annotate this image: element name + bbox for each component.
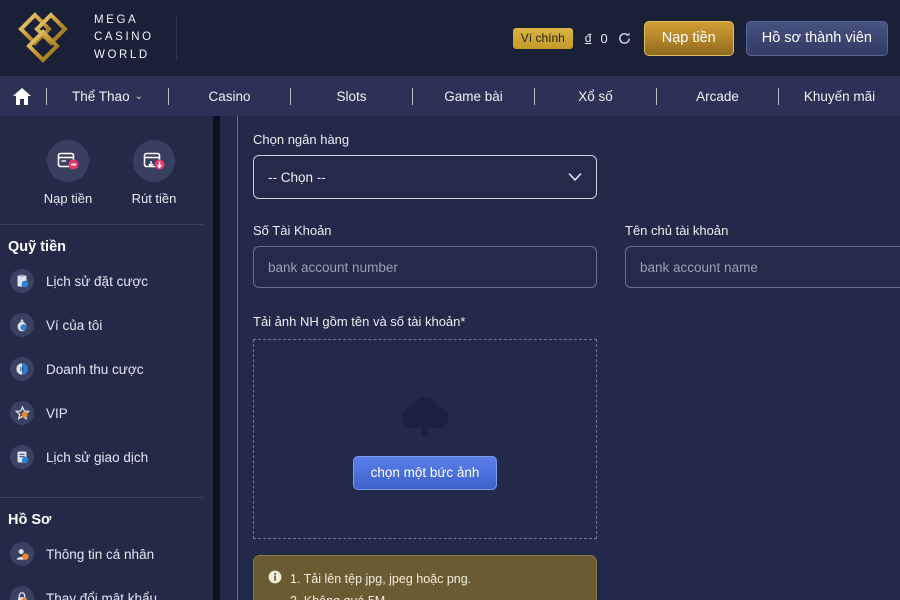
member-profile-button[interactable]: Hồ sơ thành viên [745, 20, 888, 56]
sidebar-item-turnover[interactable]: Doanh thu cược [0, 347, 213, 391]
sidebar-item-label: Doanh thu cược [46, 361, 144, 377]
cloud-upload-icon [401, 397, 449, 436]
sidebar-quick-withdraw-label: Rút tiền [131, 191, 177, 206]
chevron-down-icon: ⌄ [134, 90, 143, 102]
nav-item-the-thao[interactable]: Thể Thao ⌄ [47, 89, 168, 104]
home-icon [13, 87, 31, 105]
sidebar-item-personal-info[interactable]: Thông tin cá nhân [0, 532, 213, 576]
nav-item-khuyen-mai[interactable]: Khuyến mãi [779, 89, 900, 104]
nav-item-xo-so[interactable]: Xổ số [535, 89, 656, 104]
wallet-badge[interactable]: Ví chính [512, 27, 573, 49]
info-line-1-row: 1. Tải lên tệp jpg, jpeg hoặc png. [268, 569, 582, 591]
deposit-button[interactable]: Nạp tiền [643, 20, 734, 56]
nav-item-arcade[interactable]: Arcade [657, 89, 778, 104]
nav-separator [290, 87, 291, 105]
bank-select-label: Chọn ngân hàng [253, 132, 350, 147]
sidebar-item-label: Ví của tôi [46, 317, 103, 333]
logo-line-2: CASINO [94, 31, 154, 44]
sidebar-item-label: Thông tin cá nhân [46, 546, 155, 562]
account-name-input[interactable] [625, 246, 900, 288]
sidebar-item-label: Lịch sử giao dịch [46, 449, 149, 465]
main-content: Chọn ngân hàng -- Chọn -- Số Tài Khoản T… [220, 116, 900, 600]
mega-casino-world-logo-icon [18, 12, 68, 63]
sidebar-item-change-password[interactable]: Thay đổi mật khẩu [0, 576, 213, 600]
account-number-input[interactable] [253, 246, 597, 288]
choose-image-button[interactable]: chọn một bức ảnh [352, 456, 498, 490]
vertical-scroll-gutter[interactable] [213, 116, 220, 600]
logo-line-3: WORLD [94, 48, 150, 61]
main-nav: Thể Thao ⌄ Casino Slots Game bài Xổ số A… [0, 76, 900, 116]
withdraw-card-icon [133, 140, 175, 182]
user-profile-icon [10, 542, 34, 566]
deposit-card-icon [47, 140, 89, 182]
refresh-icon[interactable] [617, 31, 632, 46]
balance-amount: 0 [600, 30, 608, 46]
nav-separator [412, 87, 413, 105]
info-circle-icon [268, 570, 282, 584]
sidebar-item-my-wallet[interactable]: Ví của tôi [0, 303, 213, 347]
star-vip-icon [10, 401, 34, 425]
nav-item-slots[interactable]: Slots [291, 89, 412, 104]
balance-display: đ 0 [585, 31, 632, 46]
nav-item-casino[interactable]: Casino [169, 89, 290, 104]
image-upload-dropzone[interactable]: chọn một bức ảnh [253, 339, 597, 539]
nav-separator [656, 87, 657, 105]
nav-label: Thể Thao [72, 88, 130, 104]
lock-password-icon [10, 586, 34, 600]
account-name-group: Tên chủ tài khoản [625, 223, 900, 288]
account-fields-row: Số Tài Khoản Tên chủ tài khoản [253, 223, 900, 288]
sidebar-item-vip[interactable]: VIP [0, 391, 213, 435]
nav-separator [778, 87, 779, 105]
sidebar-section-funds-title: Quỹ tiền [8, 239, 67, 255]
accent-vertical-line [237, 116, 238, 600]
page-body: Nạp tiền Rút tiền Quỹ tiền Lịch sử đặt c… [0, 116, 900, 600]
bank-select[interactable]: -- Chọn -- [253, 155, 597, 199]
account-name-label: Tên chủ tài khoản [625, 223, 729, 238]
nav-separator [46, 87, 47, 105]
logo-line-1: MEGA [94, 13, 139, 26]
sidebar-quick-deposit-label: Nạp tiền [43, 191, 93, 206]
logo-wordmark: MEGA CASINO WORLD [94, 13, 154, 64]
bank-select-value: -- Chọn -- [268, 169, 326, 185]
header-actions: Ví chính đ 0 Nạp tiền Hồ sơ thành viên [512, 20, 900, 56]
sidebar-item-label: Thay đổi mật khẩu [46, 590, 158, 600]
upload-info-box: 1. Tải lên tệp jpg, jpeg hoặc png. 2. Kh… [253, 555, 597, 600]
sidebar-quick-actions: Nạp tiền Rút tiền [0, 130, 213, 206]
bet-history-icon [10, 269, 34, 293]
app-header: MEGA CASINO WORLD Ví chính đ 0 Nạp tiền … [0, 0, 900, 76]
sidebar-section-profile-title: Hồ Sơ [8, 512, 52, 528]
sidebar-item-bet-history[interactable]: Lịch sử đặt cược [0, 259, 213, 303]
turnover-icon [10, 357, 34, 381]
logo[interactable]: MEGA CASINO WORLD [0, 12, 154, 64]
sidebar-item-transaction-history[interactable]: Lịch sử giao dịch [0, 435, 213, 479]
sidebar-item-label: VIP [46, 405, 68, 421]
currency-symbol: đ [584, 31, 592, 45]
transaction-history-icon [10, 445, 34, 469]
header-divider [175, 15, 177, 61]
nav-separator [168, 87, 169, 105]
info-line-1: 1. Tải lên tệp jpg, jpeg hoặc png. [290, 572, 472, 586]
nav-item-game-bai[interactable]: Game bài [413, 89, 534, 104]
upload-label: Tải ảnh NH gồm tên và số tài khoản* [253, 314, 466, 329]
chevron-down-icon [568, 170, 582, 185]
sidebar-item-label: Lịch sử đặt cược [46, 273, 148, 289]
account-number-group: Số Tài Khoản [253, 223, 597, 288]
nav-separator [534, 87, 535, 105]
wallet-icon [10, 313, 34, 337]
account-number-label: Số Tài Khoản [253, 223, 332, 238]
sidebar: Nạp tiền Rút tiền Quỹ tiền Lịch sử đặt c… [0, 116, 213, 600]
sidebar-quick-deposit[interactable]: Nạp tiền [38, 140, 98, 206]
sidebar-quick-withdraw[interactable]: Rút tiền [124, 140, 184, 206]
bank-account-form: Chọn ngân hàng -- Chọn -- Số Tài Khoản T… [220, 132, 900, 600]
nav-home-button[interactable] [0, 87, 46, 106]
info-line-2: 2. Không quá 5M. [268, 591, 582, 600]
